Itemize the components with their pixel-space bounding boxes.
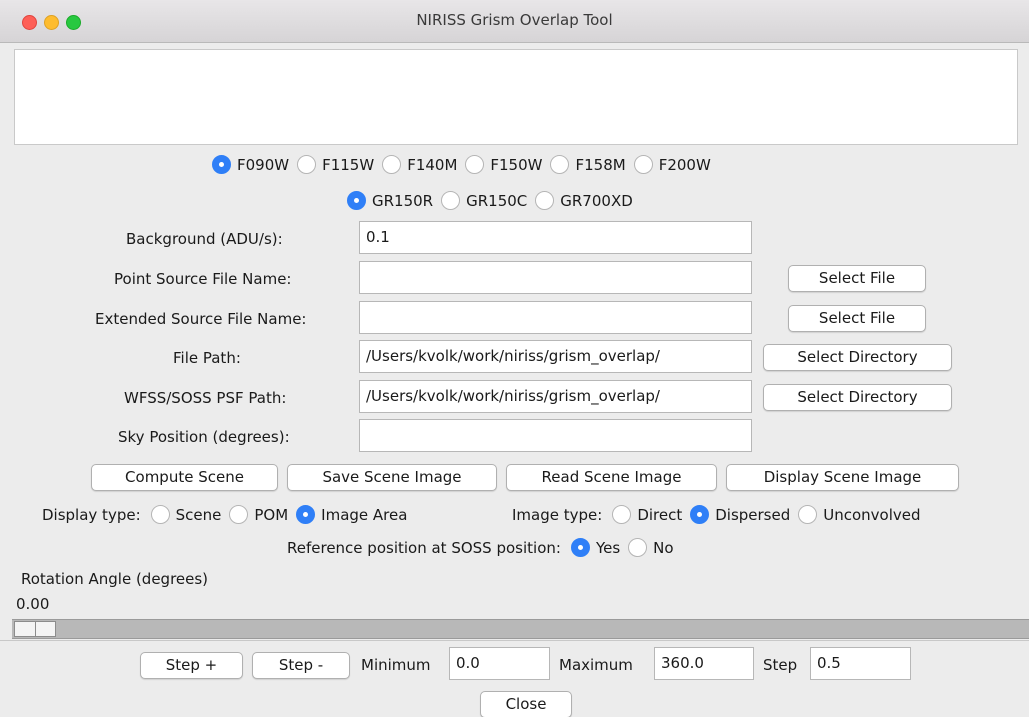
filter-radio-f200w[interactable]: F200W: [633, 155, 711, 174]
radio-selected-icon: [347, 191, 366, 210]
app-window: NIRISS Grism Overlap Tool F090W F115W F1…: [0, 0, 1029, 717]
slider-grip-icon: [35, 622, 36, 636]
step-label: Step: [763, 656, 798, 674]
image-type-label: Image type:: [512, 505, 603, 524]
image-type-radio-dispersed[interactable]: Dispersed: [690, 505, 790, 524]
reference-position-label: Reference position at SOSS position:: [287, 538, 561, 557]
grism-radio-gr150c[interactable]: GR150C: [441, 191, 527, 210]
radio-icon: [628, 538, 648, 557]
display-type-radio-pom[interactable]: POM: [229, 505, 288, 524]
radio-icon: [441, 191, 461, 210]
select-point-source-file-button[interactable]: Select File: [788, 265, 926, 292]
radio-icon: [150, 505, 170, 524]
maximum-input[interactable]: 360.0: [654, 647, 754, 680]
radio-icon: [465, 155, 485, 174]
sky-position-label: Sky Position (degrees):: [118, 428, 290, 446]
radio-selected-icon: [212, 155, 231, 174]
radio-icon: [535, 191, 555, 210]
step-input[interactable]: 0.5: [810, 647, 911, 680]
extended-source-label: Extended Source File Name:: [95, 310, 307, 328]
extended-source-input[interactable]: [359, 301, 752, 334]
message-text-area[interactable]: [14, 49, 1018, 145]
display-scene-image-button[interactable]: Display Scene Image: [726, 464, 959, 491]
psf-path-input[interactable]: /Users/kvolk/work/niriss/grism_overlap/: [359, 380, 752, 413]
background-label: Background (ADU/s):: [126, 230, 283, 248]
display-type-radio-image-area[interactable]: Image Area: [296, 505, 407, 524]
close-button[interactable]: Close: [480, 691, 572, 717]
reference-position-group: Reference position at SOSS position: Yes…: [287, 538, 682, 557]
point-source-input[interactable]: [359, 261, 752, 294]
radio-icon: [798, 505, 818, 524]
grism-radio-group: GR150R GR150C GR700XD: [347, 191, 641, 210]
select-extended-source-file-button[interactable]: Select File: [788, 305, 926, 332]
rotation-slider-track[interactable]: [12, 619, 1029, 639]
sky-position-input[interactable]: [359, 419, 752, 452]
step-minus-button[interactable]: Step -: [252, 652, 350, 679]
filter-radio-f158m[interactable]: F158M: [550, 155, 626, 174]
filter-radio-f115w[interactable]: F115W: [297, 155, 374, 174]
image-type-radio-unconvolved[interactable]: Unconvolved: [798, 505, 921, 524]
minimum-label: Minimum: [361, 656, 431, 674]
filter-radio-f140m[interactable]: F140M: [382, 155, 457, 174]
maximum-label: Maximum: [559, 656, 633, 674]
filter-radio-group: F090W F115W F140M F150W F158M F200W: [212, 155, 719, 174]
rotation-angle-label: Rotation Angle (degrees): [21, 570, 209, 588]
filter-radio-f150w[interactable]: F150W: [465, 155, 542, 174]
image-type-radio-direct[interactable]: Direct: [612, 505, 682, 524]
image-type-group: Image type: Direct Dispersed Unconvolved: [512, 505, 929, 524]
window-title: NIRISS Grism Overlap Tool: [416, 11, 613, 29]
radio-icon: [297, 155, 317, 174]
radio-icon: [550, 155, 570, 174]
divider: [0, 640, 1029, 641]
rotation-angle-value: 0.00: [16, 595, 50, 613]
radio-icon: [612, 505, 632, 524]
select-psf-path-directory-button[interactable]: Select Directory: [763, 384, 952, 411]
compute-scene-button[interactable]: Compute Scene: [91, 464, 278, 491]
radio-icon: [382, 155, 402, 174]
step-plus-button[interactable]: Step +: [140, 652, 243, 679]
minimum-input[interactable]: 0.0: [449, 647, 550, 680]
select-file-path-directory-button[interactable]: Select Directory: [763, 344, 952, 371]
display-type-radio-scene[interactable]: Scene: [150, 505, 221, 524]
read-scene-image-button[interactable]: Read Scene Image: [506, 464, 717, 491]
save-scene-image-button[interactable]: Save Scene Image: [287, 464, 497, 491]
radio-icon: [229, 505, 249, 524]
grism-radio-gr700xd[interactable]: GR700XD: [535, 191, 633, 210]
radio-selected-icon: [690, 505, 710, 524]
display-type-group: Display type: Scene POM Image Area: [42, 505, 415, 524]
grism-radio-gr150r[interactable]: GR150R: [347, 191, 433, 210]
rotation-slider-thumb[interactable]: [14, 621, 56, 637]
radio-icon: [633, 155, 653, 174]
file-path-label: File Path:: [173, 349, 241, 367]
reference-radio-no[interactable]: No: [628, 538, 674, 557]
point-source-label: Point Source File Name:: [114, 270, 292, 288]
radio-selected-icon: [296, 505, 316, 524]
reference-radio-yes[interactable]: Yes: [570, 538, 620, 557]
filter-radio-f090w[interactable]: F090W: [212, 155, 289, 174]
psf-path-label: WFSS/SOSS PSF Path:: [124, 389, 287, 407]
title-bar: NIRISS Grism Overlap Tool: [0, 0, 1029, 43]
file-path-input[interactable]: /Users/kvolk/work/niriss/grism_overlap/: [359, 340, 752, 373]
background-input[interactable]: 0.1: [359, 221, 752, 254]
display-type-label: Display type:: [42, 505, 141, 524]
radio-selected-icon: [570, 538, 590, 557]
